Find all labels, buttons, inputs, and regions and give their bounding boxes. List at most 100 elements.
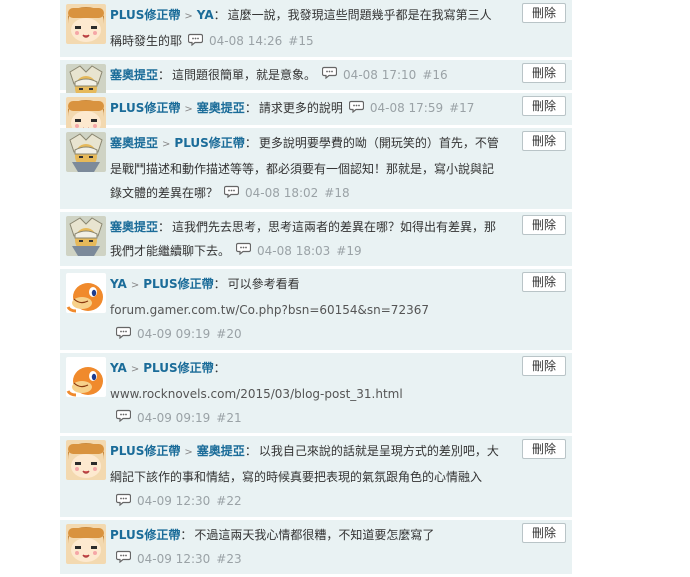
comment-date: 04-08 17:10 (343, 68, 416, 82)
reply-bubble-icon[interactable] (224, 182, 239, 206)
commenter-name[interactable]: PLUS修正帶 (110, 528, 180, 542)
commenter-name[interactable]: PLUS修正帶 (110, 101, 180, 115)
reply-arrow: > (131, 280, 139, 291)
reply-bubble-icon[interactable] (116, 323, 131, 347)
reply-arrow: > (184, 11, 192, 22)
reply-bubble-icon[interactable] (322, 63, 337, 87)
comment-meta: 04-09 09:19#20 (116, 327, 248, 341)
colon: ： (214, 8, 226, 22)
reply-arrow: > (131, 364, 139, 375)
comment-body: PLUS修正帶 > 塞奧提亞：請求更多的說明 04-08 17:59 #17 (110, 96, 502, 122)
delete-button[interactable]: 刪除 (522, 272, 566, 292)
comment-floor[interactable]: #20 (216, 327, 241, 341)
comment-body: 塞奧提亞>PLUS修正帶：更多說明要學費的呦（開玩笑的）首先，不管是戰鬥描述和動… (110, 131, 502, 206)
comment-meta: 04-09 12:30 #22 (116, 494, 248, 508)
colon: ： (180, 528, 192, 542)
commenter-name[interactable]: 塞奧提亞 (110, 220, 158, 234)
reply-target-name[interactable]: PLUS修正帶 (143, 361, 213, 375)
comment-body: YA > PLUS修正帶： www.rocknovels.com/2015/03/bl… (110, 356, 502, 431)
comment-item: PLUS修正帶>YA：這麼一說，我發現這些問題幾乎都是在我寫第三人稱時發生的耶0… (60, 0, 572, 60)
colon: ： (245, 101, 257, 115)
avatar[interactable] (66, 216, 106, 256)
colon: ： (245, 444, 257, 458)
comment-item: 塞奧提亞：這問題很簡單，就是意象。04-08 17:10#16 刪除 (60, 60, 572, 94)
comment-floor[interactable]: #15 (288, 34, 313, 48)
comment-date: 04-08 18:02 (245, 186, 318, 200)
avatar[interactable] (66, 357, 106, 397)
comment-floor[interactable]: #22 (216, 494, 241, 508)
comment-item: 塞奧提亞>PLUS修正帶：更多說明要學費的呦（開玩笑的）首先，不管是戰鬥描述和動… (60, 128, 572, 212)
comment-meta: 04-08 14:26 #15 (188, 34, 320, 48)
delete-button[interactable]: 刪除 (522, 439, 566, 459)
comment-text: 請求更多的說明 (259, 101, 343, 115)
commenter-name[interactable]: 塞奧提亞 (110, 68, 158, 82)
reply-bubble-icon[interactable] (116, 547, 131, 571)
colon: ： (158, 220, 170, 234)
avatar[interactable] (66, 440, 106, 480)
reply-target-name[interactable]: PLUS修正帶 (143, 277, 213, 291)
colon: ： (214, 361, 226, 375)
avatar[interactable] (66, 524, 106, 564)
comment-body: YA>PLUS修正帶：可以參考看看forum.gamer.com.tw/Co.p… (110, 272, 502, 347)
comment-item: PLUS修正帶>塞奧提亞：以我自己來說的話就是呈現方式的差別吧，大綱記下該作的事… (60, 436, 572, 520)
comment-list: PLUS修正帶>YA：這麼一說，我發現這些問題幾乎都是在我寫第三人稱時發生的耶0… (60, 0, 572, 577)
delete-button[interactable]: 刪除 (522, 523, 566, 543)
reply-bubble-icon[interactable] (188, 30, 203, 54)
reply-target-name[interactable]: 塞奧提亞 (197, 444, 245, 458)
comment-floor[interactable]: #17 (449, 101, 474, 115)
avatar[interactable] (66, 273, 106, 313)
comment-date: 04-08 14:26 (209, 34, 282, 48)
delete-button[interactable]: 刪除 (522, 131, 566, 151)
comment-body: 塞奧提亞：這問題很簡單，就是意象。04-08 17:10#16 (110, 63, 502, 88)
commenter-name[interactable]: PLUS修正帶 (110, 444, 180, 458)
comment-floor[interactable]: #21 (216, 411, 241, 425)
comment-date: 04-09 09:19 (137, 411, 210, 425)
comment-item: PLUS修正帶：不過這兩天我心情都很糟，不知道要怎麼寫了 04-09 12:30 #… (60, 520, 572, 577)
delete-button[interactable]: 刪除 (522, 96, 566, 116)
reply-target-name[interactable]: PLUS修正帶 (174, 136, 244, 150)
delete-button[interactable]: 刪除 (522, 215, 566, 235)
comment-text: 可以參考看看 (228, 277, 300, 291)
comment-date: 04-08 18:03 (257, 244, 330, 258)
delete-button[interactable]: 刪除 (522, 63, 566, 83)
commenter-name[interactable]: YA (110, 277, 127, 291)
avatar[interactable] (66, 132, 106, 172)
comment-floor[interactable]: #18 (324, 186, 349, 200)
colon: ： (245, 136, 257, 150)
comment-item: 塞奧提亞：這我們先去思考，思考這兩者的差異在哪？如得出有差異，那我們才能繼續聊下… (60, 212, 572, 270)
avatar[interactable] (66, 4, 106, 44)
comment-date: 04-09 12:30 (137, 552, 210, 566)
reply-arrow: > (184, 447, 192, 458)
reply-target-name[interactable]: 塞奧提亞 (197, 101, 245, 115)
comment-meta: 04-09 12:30 #23 (116, 552, 248, 566)
delete-button[interactable]: 刪除 (522, 3, 566, 23)
comment-body: 塞奧提亞：這我們先去思考，思考這兩者的差異在哪？如得出有差異，那我們才能繼續聊下… (110, 215, 502, 264)
reply-bubble-icon[interactable] (116, 406, 131, 430)
comment-body: PLUS修正帶>YA：這麼一說，我發現這些問題幾乎都是在我寫第三人稱時發生的耶0… (110, 3, 502, 54)
colon: ： (158, 68, 170, 82)
commenter-name[interactable]: YA (110, 361, 127, 375)
comment-date: 04-09 12:30 (137, 494, 210, 508)
delete-button[interactable]: 刪除 (522, 356, 566, 376)
comment-floor[interactable]: #19 (336, 244, 361, 258)
comment-link[interactable]: forum.gamer.com.tw/Co.php?bsn=60154&sn=7… (110, 303, 429, 317)
reply-bubble-icon[interactable] (116, 490, 131, 514)
commenter-name[interactable]: 塞奧提亞 (110, 136, 158, 150)
reply-bubble-icon[interactable] (236, 239, 251, 263)
comment-link[interactable]: www.rocknovels.com/2015/03/blog-post_31.… (110, 387, 403, 401)
comment-meta: 04-08 17:10 #16 (322, 68, 454, 82)
comment-item: YA > PLUS修正帶： www.rocknovels.com/2015/03/bl… (60, 353, 572, 437)
comment-text: 不過這兩天我心情都很糟，不知道要怎麼寫了 (194, 528, 434, 542)
reply-bubble-icon[interactable] (349, 97, 364, 121)
reply-target-name[interactable]: YA (197, 8, 214, 22)
comment-meta: 04-08 17:59 #17 (349, 101, 481, 115)
reply-arrow: > (184, 104, 192, 115)
comment-body: PLUS修正帶：不過這兩天我心情都很糟，不知道要怎麼寫了 04-09 12:30 #… (110, 523, 502, 572)
comment-body: PLUS修正帶>塞奧提亞：以我自己來說的話就是呈現方式的差別吧，大綱記下該作的事… (110, 439, 502, 514)
comment-date: 04-08 17:59 (370, 101, 443, 115)
commenter-name[interactable]: PLUS修正帶 (110, 8, 180, 22)
comment-item: PLUS修正帶 > 塞奧提亞：請求更多的說明 04-08 17:59 #17 刪除 (60, 93, 572, 128)
comment-floor[interactable]: #23 (216, 552, 241, 566)
comment-meta: 04-09 09:19 #21 (116, 411, 248, 425)
comment-floor[interactable]: #16 (422, 68, 447, 82)
